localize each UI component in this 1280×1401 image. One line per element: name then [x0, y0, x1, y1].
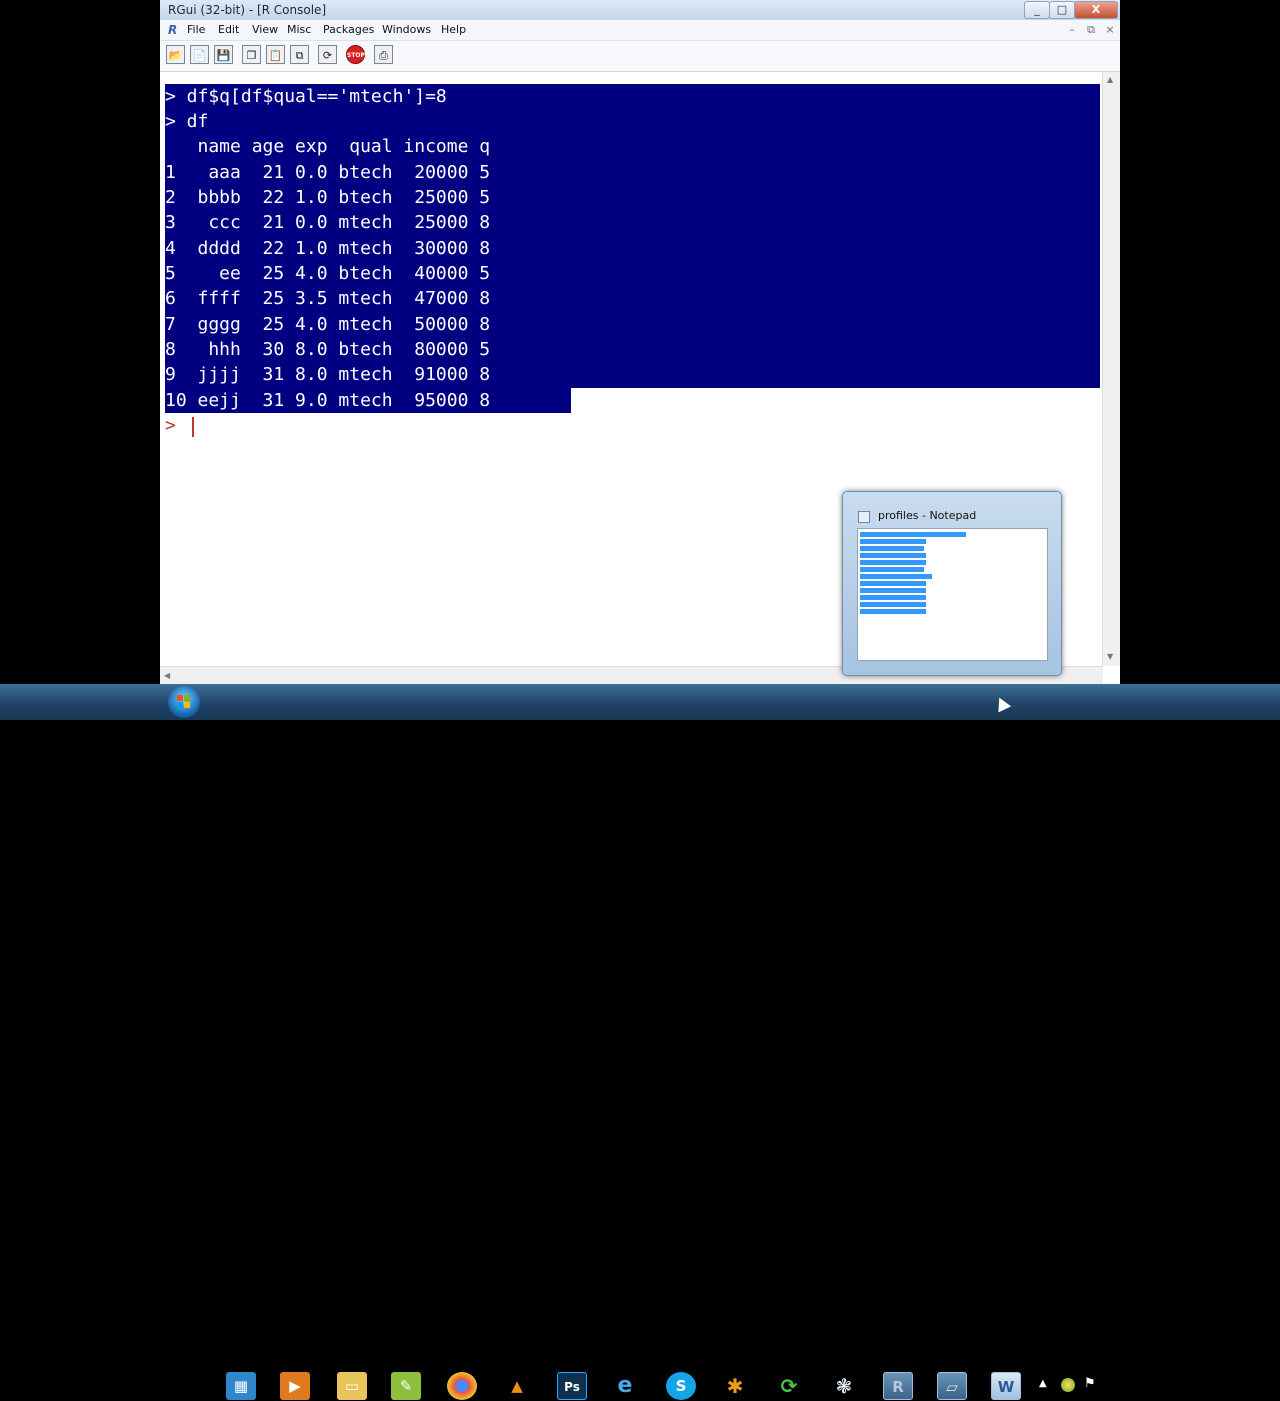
- windows-explorer-icon[interactable]: ▦: [226, 1372, 256, 1400]
- menu-bar: R File Edit View Misc Packages Windows H…: [160, 20, 1120, 41]
- menu-view[interactable]: View: [252, 23, 278, 36]
- start-button[interactable]: [168, 686, 200, 718]
- table-row: 8 hhh 30 8.0 btech 80000 5: [165, 339, 491, 360]
- print-icon[interactable]: ⎙: [374, 45, 393, 64]
- table-row: 9 jjjj 31 8.0 mtech 91000 8: [165, 364, 491, 385]
- paste-icon[interactable]: 📋: [266, 45, 285, 64]
- mdi-restore-button[interactable]: ⧉: [1084, 23, 1098, 37]
- window-title: RGui (32-bit) - [R Console]: [168, 3, 327, 17]
- notepad-icon: [858, 511, 870, 523]
- table-row: 10 eejj 31 9.0 mtech 95000 8: [165, 390, 491, 411]
- table-row: 3 ccc 21 0.0 mtech 25000 8: [165, 212, 491, 233]
- refresh-icon[interactable]: ⟳: [318, 45, 337, 64]
- copy-icon[interactable]: ❐: [242, 45, 261, 64]
- taskbar-thumbnail-preview[interactable]: profiles - Notepad: [842, 491, 1062, 676]
- mdi-minimize-button[interactable]: –: [1065, 23, 1079, 36]
- table-row: 4 dddd 22 1.0 mtech 30000 8: [165, 238, 491, 259]
- menu-edit[interactable]: Edit: [218, 23, 239, 36]
- tray-status-icon[interactable]: [1061, 1378, 1075, 1392]
- refresh-app-icon[interactable]: ⟳: [774, 1372, 804, 1400]
- console-line: > df: [165, 111, 209, 132]
- chrome-icon[interactable]: [447, 1372, 477, 1400]
- table-row: 6 ffff 25 3.5 mtech 47000 8: [165, 288, 491, 309]
- windows-logo-icon: [177, 695, 191, 709]
- console-prompt: >: [165, 415, 176, 436]
- menu-file[interactable]: File: [187, 23, 205, 36]
- minimize-button[interactable]: _: [1024, 1, 1050, 19]
- text-cursor: [192, 417, 194, 437]
- vlc-icon[interactable]: ▲: [502, 1372, 532, 1400]
- menu-misc[interactable]: Misc: [287, 23, 311, 36]
- stop-icon[interactable]: STOP: [346, 45, 365, 64]
- console-line: > df$q[df$qual=='mtech']=8: [165, 86, 447, 107]
- photoshop-icon[interactable]: Ps: [557, 1372, 587, 1400]
- table-row: 5 ee 25 4.0 btech 40000 5: [165, 263, 491, 284]
- r-logo-icon: R: [168, 23, 178, 37]
- menu-windows[interactable]: Windows: [382, 23, 431, 36]
- internet-explorer-icon[interactable]: e: [610, 1372, 640, 1400]
- tray-flag-icon[interactable]: ⚑: [1084, 1376, 1096, 1391]
- maximize-button[interactable]: □: [1049, 1, 1075, 19]
- preview-thumbnail: [857, 528, 1048, 661]
- notepad-plus-icon[interactable]: ✎: [391, 1372, 421, 1400]
- folder-icon[interactable]: ▭: [337, 1372, 367, 1400]
- vertical-scrollbar[interactable]: ▲ ▼: [1102, 72, 1120, 666]
- tray-expand-icon[interactable]: ▲: [1039, 1378, 1047, 1389]
- mdi-close-button[interactable]: ×: [1103, 23, 1117, 36]
- preview-title: profiles - Notepad: [878, 509, 977, 522]
- r-icon[interactable]: R: [883, 1372, 913, 1400]
- scroll-left-icon[interactable]: ◀: [164, 671, 170, 680]
- copy-paste-icon[interactable]: ⧉: [290, 45, 309, 64]
- table-row: 1 aaa 21 0.0 btech 20000 5: [165, 162, 491, 183]
- table-row: 7 gggg 25 4.0 mtech 50000 8: [165, 314, 491, 335]
- skype-icon[interactable]: S: [666, 1372, 696, 1400]
- title-bar[interactable]: RGui (32-bit) - [R Console] _ □ X: [160, 0, 1120, 20]
- notepad-icon[interactable]: ▱: [937, 1372, 967, 1400]
- scroll-up-icon[interactable]: ▲: [1107, 75, 1113, 84]
- load-workspace-icon[interactable]: 📄: [190, 45, 209, 64]
- app-orange-icon[interactable]: ✱: [720, 1372, 750, 1400]
- table-row: 2 bbbb 22 1.0 btech 25000 5: [165, 187, 491, 208]
- menu-packages[interactable]: Packages: [323, 23, 374, 36]
- toolbar: 📂 📄 💾 ❐ 📋 ⧉ ⟳ STOP ⎙: [160, 41, 1120, 72]
- word-icon[interactable]: W: [991, 1372, 1021, 1400]
- open-script-icon[interactable]: 📂: [166, 45, 185, 64]
- network-icon[interactable]: ❃: [829, 1372, 859, 1400]
- scroll-down-icon[interactable]: ▼: [1107, 652, 1113, 661]
- media-player-icon[interactable]: ▶: [280, 1372, 310, 1400]
- save-workspace-icon[interactable]: 💾: [214, 45, 233, 64]
- table-header: name age exp qual income q: [165, 136, 491, 157]
- close-button[interactable]: X: [1074, 1, 1118, 19]
- menu-help[interactable]: Help: [441, 23, 466, 36]
